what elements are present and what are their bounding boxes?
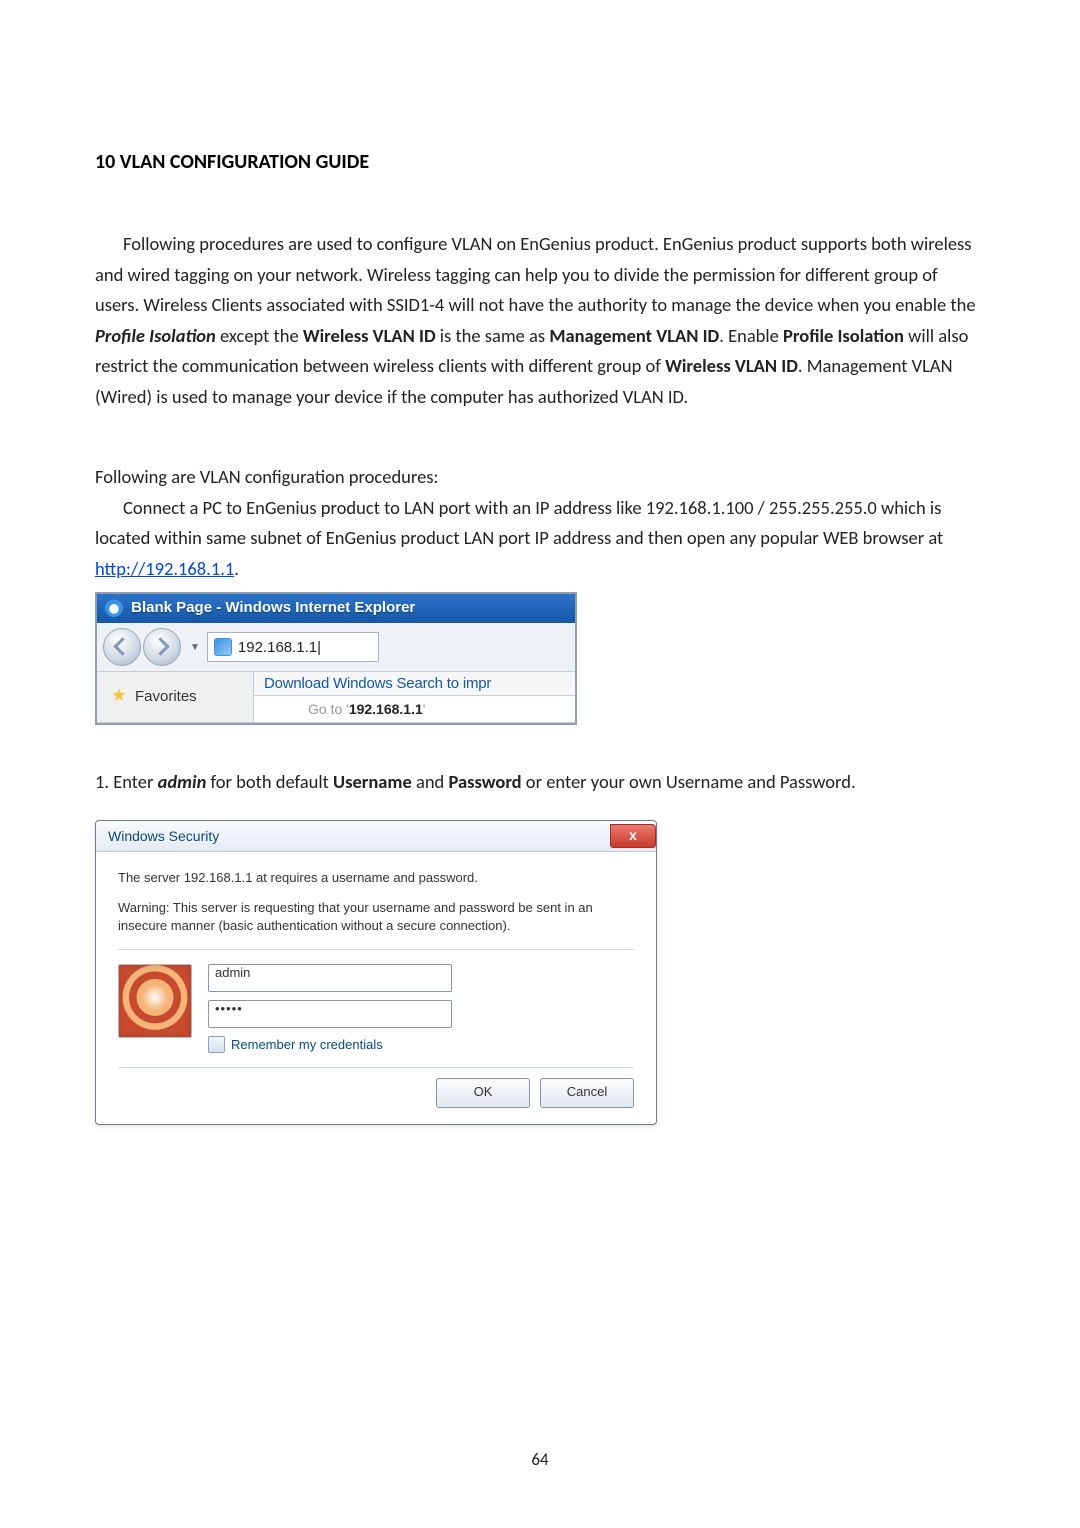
p1-profile-isolation: Profile Isolation [95,324,216,347]
p1-text2: except the [216,324,303,347]
goto-prefix: Go to ' [308,701,349,717]
p1-text1: Following procedures are used to configu… [95,232,976,316]
user-avatar-icon [118,964,192,1038]
p2-text: Connect a PC to EnGenius product to LAN … [95,496,943,550]
download-search-bar[interactable]: Download Windows Search to impr [254,672,575,696]
ie-screenshot: Blank Page - Windows Internet Explorer ▼… [95,592,577,725]
dropdown-chevron-icon[interactable]: ▼ [190,642,200,653]
procedures-intro-line: Following are VLAN configuration procedu… [95,462,985,493]
address-bar[interactable]: 192.168.1.1| [207,632,379,662]
procedures-body: Connect a PC to EnGenius product to LAN … [95,493,985,585]
section-heading: 10 VLAN CONFIGURATION GUIDE [95,150,985,174]
goto-suggestion[interactable]: Go to '192.168.1.1' [254,696,575,722]
cancel-button[interactable]: Cancel [540,1078,634,1108]
s1-admin: admin [158,770,207,793]
p1-mgmt-vlan-id: Management VLAN ID [549,324,719,347]
windows-security-dialog: Windows Security x The server 192.168.1.… [95,820,657,1125]
s1-username: Username [333,770,412,793]
s1-suffix: or enter your own Username and Password. [522,770,856,793]
ie-logo-icon [105,599,123,617]
winsec-msg-2: Warning: This server is requesting that … [118,899,634,935]
step-1-line: 1. Enter admin for both default Username… [95,767,985,798]
p2-period: . [234,557,239,580]
favorites-label: Favorites [135,688,197,705]
paragraph-intro: Following procedures are used to configu… [95,229,985,412]
star-icon [111,688,129,706]
s1-password: Password [448,770,521,793]
s1-prefix: 1. Enter [95,770,158,793]
ip-link[interactable]: http://192.168.1.1 [95,557,234,580]
p1-wireless-vlan-id-2: Wireless VLAN ID [665,354,798,377]
p1-text3: is the same as [436,324,550,347]
page-number: 64 [0,1449,1080,1470]
ie-title-text: Blank Page - Windows Internet Explorer [131,599,415,616]
goto-ip: 192.168.1.1 [349,701,423,717]
close-button[interactable]: x [610,824,656,848]
back-button[interactable] [103,628,141,666]
remember-checkbox[interactable] [208,1036,225,1053]
forward-button[interactable] [143,628,181,666]
winsec-msg-1: The server 192.168.1.1 at requires a use… [118,870,634,885]
password-field[interactable]: ••••• [208,1000,452,1028]
p1-text4: . Enable [719,324,783,347]
username-field[interactable]: admin [208,964,452,992]
address-text: 192.168.1.1| [238,639,321,656]
winsec-title: Windows Security [108,828,219,844]
goto-suffix: ' [423,701,426,717]
p1-wireless-vlan-id: Wireless VLAN ID [303,324,436,347]
ok-button[interactable]: OK [436,1078,530,1108]
favorites-button[interactable]: Favorites [97,672,254,722]
s1-mid1: for both default [206,770,333,793]
s1-mid2: and [412,770,449,793]
remember-label: Remember my credentials [231,1037,383,1052]
ie-window-title: Blank Page - Windows Internet Explorer [97,594,575,623]
p1-profile-isolation-2: Profile Isolation [783,324,904,347]
page-icon [214,638,232,656]
